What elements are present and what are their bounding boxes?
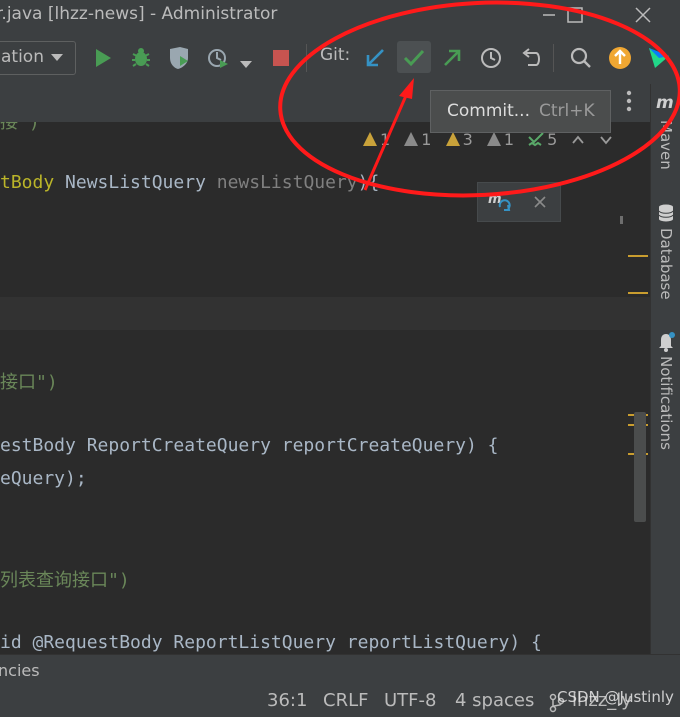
red-arrowhead [399, 78, 414, 99]
red-arrow-annotation [363, 90, 410, 191]
annotation-overlay [278, 0, 680, 198]
red-circle-annotation [278, 0, 680, 198]
